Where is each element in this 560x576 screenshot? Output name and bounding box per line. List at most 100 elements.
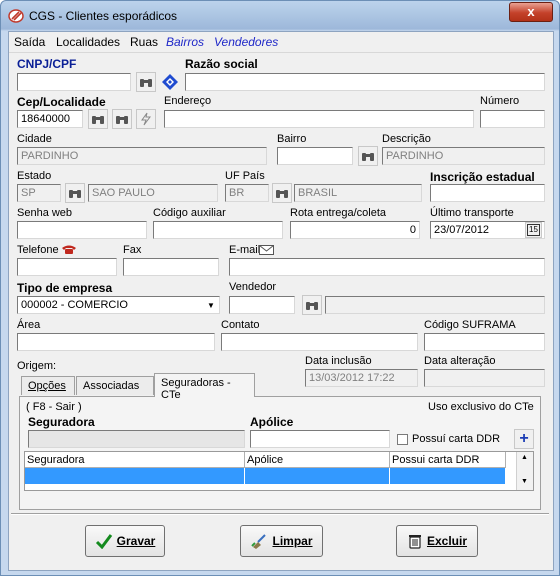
uf-label: UF País bbox=[225, 170, 265, 182]
panel-hint: ( F8 - Sair ) bbox=[26, 401, 82, 413]
localidade-search-button[interactable] bbox=[112, 109, 132, 129]
senha-label: Senha web bbox=[17, 207, 73, 219]
binoculars-icon bbox=[92, 116, 104, 124]
cidade-label: Cidade bbox=[17, 133, 52, 145]
uf-code-input[interactable]: BR bbox=[225, 184, 269, 202]
suframa-input[interactable] bbox=[424, 333, 545, 351]
save-button[interactable]: Gravar bbox=[85, 525, 165, 557]
tipo-empresa-value: 000002 - COMERCIO bbox=[21, 299, 128, 311]
area-input[interactable] bbox=[17, 333, 215, 351]
estado-code-input[interactable]: SP bbox=[17, 184, 61, 202]
carta-ddr-label: Possuí carta DDR bbox=[412, 433, 501, 445]
scroll-up-icon[interactable]: ▲ bbox=[521, 454, 528, 461]
estado-name-input: SAO PAULO bbox=[88, 184, 218, 202]
razao-input[interactable] bbox=[185, 73, 545, 91]
checkmark-icon bbox=[95, 534, 112, 549]
menu-localidades[interactable]: Localidades bbox=[56, 35, 120, 49]
add-seguradora-button[interactable]: + bbox=[514, 429, 534, 449]
phone-icon bbox=[62, 245, 76, 254]
vendedor-search-button[interactable] bbox=[302, 295, 322, 315]
endereco-input[interactable] bbox=[164, 110, 474, 128]
codigo-aux-input[interactable] bbox=[153, 221, 283, 239]
clear-button[interactable]: Limpar bbox=[240, 525, 323, 557]
tab-seguradoras-cte[interactable]: Seguradoras - CTe bbox=[154, 373, 255, 401]
cnpj-input[interactable] bbox=[17, 73, 131, 91]
estado-search-button[interactable] bbox=[65, 183, 85, 203]
vendedor-input[interactable] bbox=[229, 296, 295, 314]
receita-diamond-icon bbox=[162, 74, 178, 90]
exclusive-note: Uso exclusivo do CTe bbox=[428, 401, 534, 413]
client-area: Saída Localidades Ruas Bairros Vendedore… bbox=[8, 31, 554, 571]
receita-lookup-button[interactable] bbox=[160, 72, 180, 92]
data-alteracao-input bbox=[424, 369, 545, 387]
cep-input[interactable]: 18640000 bbox=[17, 110, 83, 128]
bairro-input[interactable] bbox=[277, 147, 353, 165]
eraser-broom-icon bbox=[251, 534, 267, 549]
cep-search-button[interactable] bbox=[88, 109, 108, 129]
menu-vendedores[interactable]: Vendedores bbox=[214, 35, 278, 49]
save-button-label: Gravar bbox=[116, 534, 156, 548]
email-label: E-mail bbox=[229, 244, 261, 256]
telefone-label: Telefone bbox=[17, 244, 59, 256]
menu-ruas[interactable]: Ruas bbox=[130, 35, 158, 49]
seguradora-input[interactable] bbox=[28, 430, 245, 448]
data-inclusao-input: 13/03/2012 17:22 bbox=[305, 369, 418, 387]
menu-bairros[interactable]: Bairros bbox=[166, 35, 204, 49]
endereco-label: Endereço bbox=[164, 95, 212, 107]
telefone-input[interactable] bbox=[17, 258, 117, 276]
email-input[interactable] bbox=[229, 258, 545, 276]
uf-name-input: BRASIL bbox=[294, 184, 422, 202]
binoculars-icon bbox=[306, 302, 318, 310]
tipo-empresa-select[interactable]: 000002 - COMERCIO ▼ bbox=[17, 296, 220, 314]
grid-header-carta-ddr[interactable]: Possui carta DDR bbox=[390, 452, 506, 468]
apolice-label: Apólice bbox=[250, 415, 294, 429]
binoculars-icon bbox=[276, 190, 288, 198]
fax-input[interactable] bbox=[123, 258, 219, 276]
calendar-icon: 15 bbox=[527, 224, 540, 236]
window-title: CGS - Clientes esporádicos bbox=[29, 9, 178, 23]
scroll-down-icon[interactable]: ▼ bbox=[521, 478, 528, 485]
chevron-down-icon[interactable]: ▼ bbox=[204, 298, 218, 312]
data-alteracao-label: Data alteração bbox=[424, 355, 496, 367]
apolice-input[interactable] bbox=[250, 430, 390, 448]
delete-button[interactable]: Excluir bbox=[396, 525, 478, 557]
numero-input[interactable] bbox=[480, 110, 545, 128]
area-label: Área bbox=[17, 319, 41, 331]
binoculars-icon bbox=[116, 116, 128, 124]
origem-label: Origem: bbox=[17, 360, 57, 372]
tab-associadas[interactable]: Associadas bbox=[76, 376, 154, 395]
cnpj-search-button[interactable] bbox=[136, 72, 156, 92]
grid-scrollbar[interactable]: ▲ ▼ bbox=[516, 452, 533, 490]
fax-label: Fax bbox=[123, 244, 142, 256]
cidade-input[interactable]: PARDINHO bbox=[17, 147, 267, 165]
grid-header-seguradora[interactable]: Seguradora bbox=[25, 452, 245, 468]
close-button[interactable]: x bbox=[509, 2, 553, 22]
inscricao-input[interactable] bbox=[430, 184, 545, 202]
seguradoras-panel: ( F8 - Sair ) Uso exclusivo do CTe Segur… bbox=[19, 396, 541, 510]
carta-ddr-checkbox[interactable] bbox=[397, 434, 408, 445]
codigo-aux-label: Código auxiliar bbox=[153, 207, 226, 219]
descricao-input[interactable]: PARDINHO bbox=[382, 147, 545, 165]
senha-input[interactable] bbox=[17, 221, 147, 239]
rota-input[interactable]: 0 bbox=[290, 221, 420, 239]
seguradora-label: Seguradora bbox=[28, 415, 95, 429]
suframa-label: Código SUFRAMA bbox=[424, 319, 516, 331]
uf-search-button[interactable] bbox=[272, 183, 292, 203]
ultimo-label: Último transporte bbox=[430, 207, 514, 219]
menu-bar: Saída Localidades Ruas Bairros Vendedore… bbox=[9, 32, 553, 53]
tab-opcoes[interactable]: Opções bbox=[21, 376, 75, 395]
app-window: CGS - Clientes esporádicos x Saída Local… bbox=[0, 0, 560, 576]
descricao-label: Descrição bbox=[382, 133, 431, 145]
contato-input[interactable] bbox=[221, 333, 418, 351]
data-inclusao-label: Data inclusão bbox=[305, 355, 372, 367]
rota-label: Rota entrega/coleta bbox=[290, 207, 387, 219]
bairro-search-button[interactable] bbox=[358, 146, 378, 166]
menu-saida[interactable]: Saída bbox=[14, 35, 45, 49]
delete-button-label: Excluir bbox=[426, 534, 468, 548]
grid-header-apolice[interactable]: Apólice bbox=[245, 452, 390, 468]
app-logo-icon bbox=[8, 9, 24, 23]
calendar-button[interactable]: 15 bbox=[525, 222, 542, 238]
grid-cell bbox=[25, 468, 245, 484]
cep-online-button[interactable] bbox=[136, 109, 156, 129]
seguradoras-grid[interactable]: Seguradora Apólice Possui carta DDR ▲ ▼ bbox=[24, 451, 534, 491]
